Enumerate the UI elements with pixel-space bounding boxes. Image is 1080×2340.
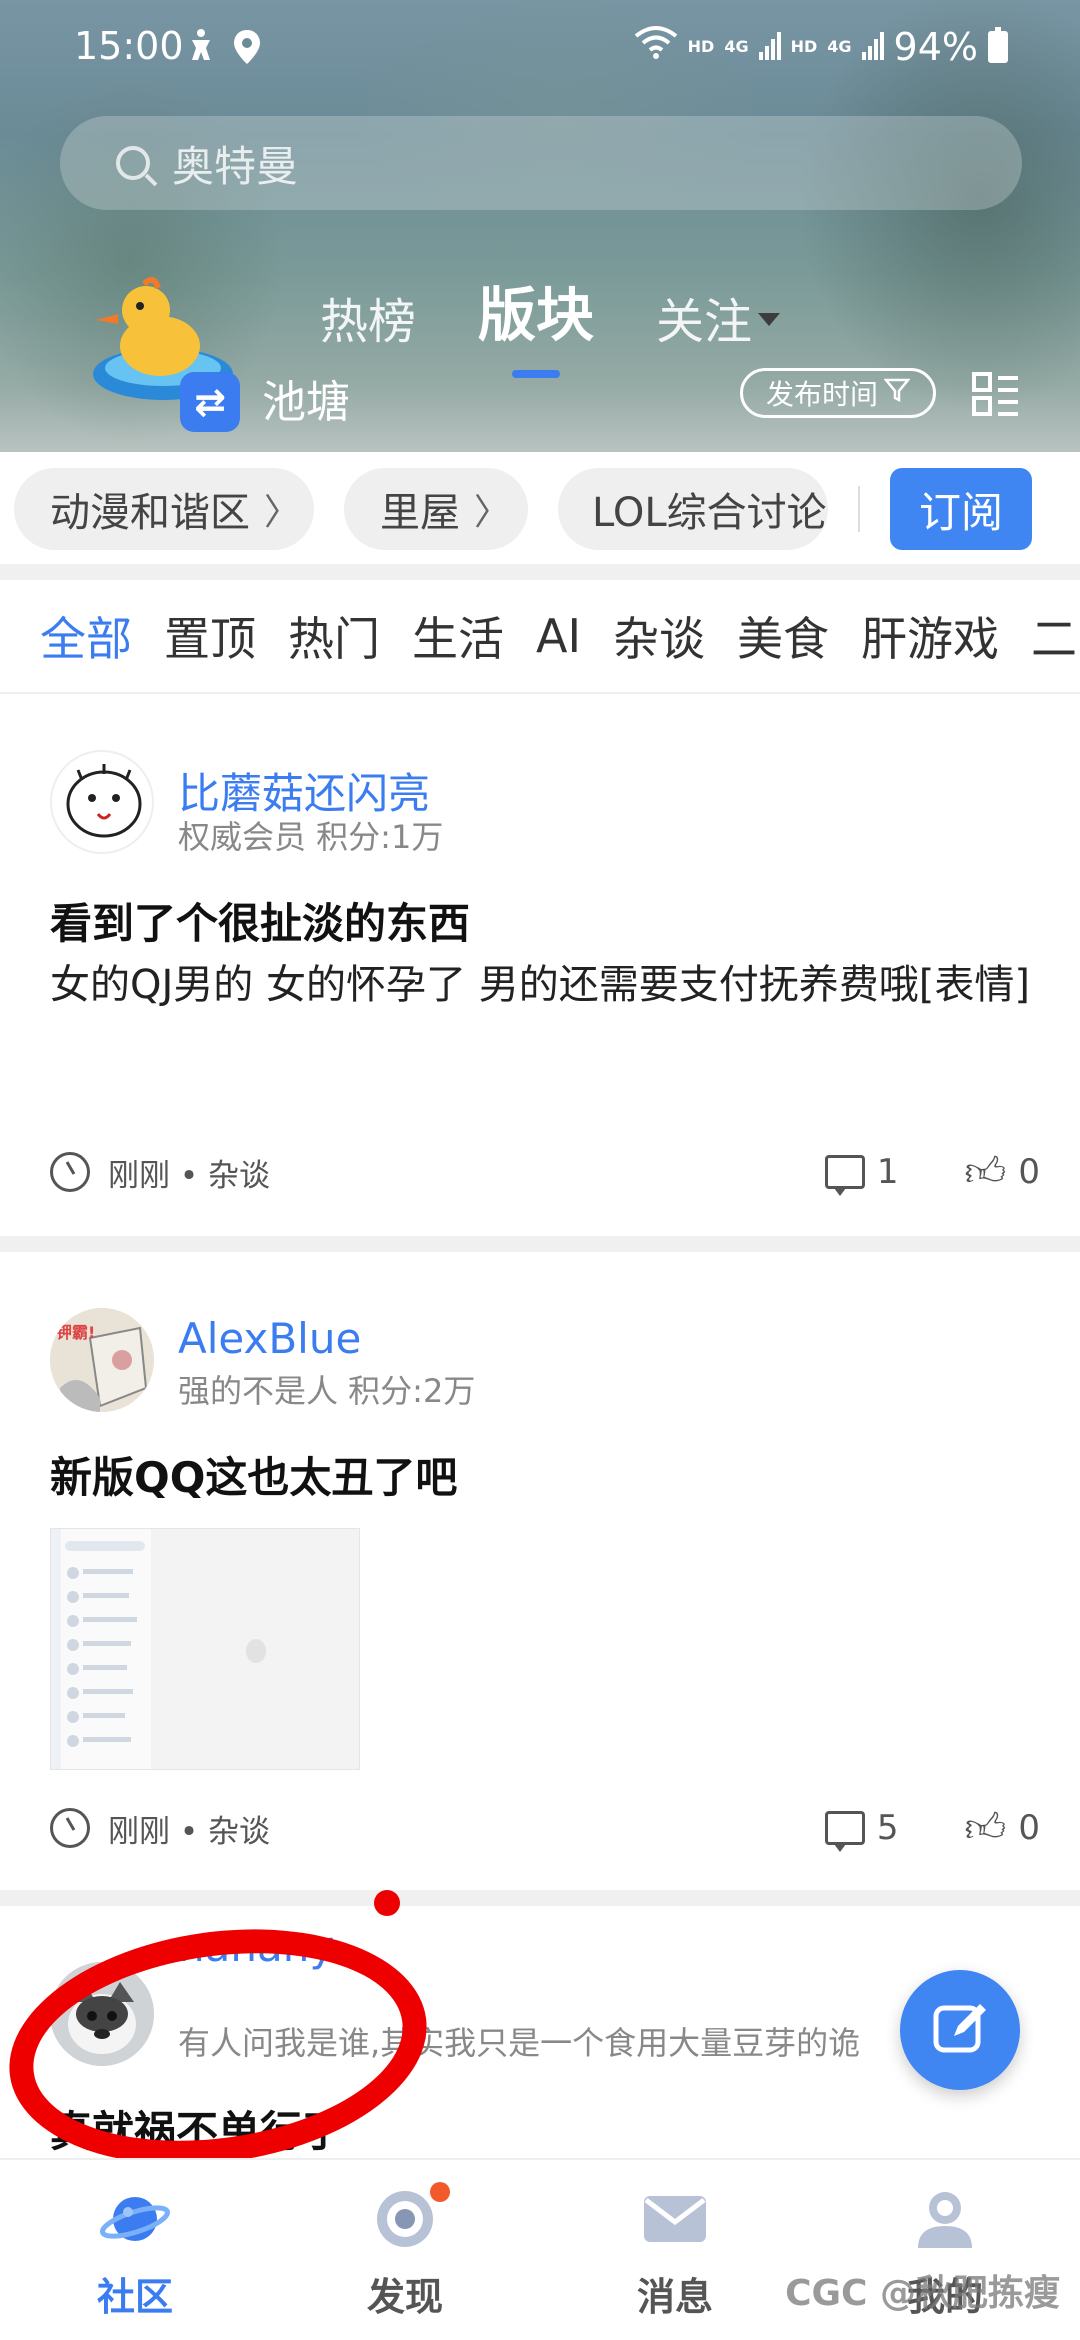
clock-icon [50,1152,90,1192]
switch-board-button[interactable]: ⇄ [180,372,240,432]
post-user-meta: 强的不是人 积分:2万 [178,1372,476,1410]
section-divider [0,564,1080,580]
layout-toggle-icon[interactable] [972,372,1020,418]
hd-label-1: HD [687,37,715,56]
tab-follow: 关注 [656,294,753,350]
post-divider [0,1890,1080,1906]
avatar-text: 钾霸! [56,1323,95,1342]
status-time: 15:00 [74,24,184,68]
annotation-dot [374,1890,400,1916]
category-more[interactable]: 二 [1031,603,1077,669]
post-footer: 刚刚 • 杂谈 5 👍︎ 0 [50,1802,1040,1854]
board-name: 池塘 [262,377,350,428]
sort-by-time-button[interactable]: 发布时间 [740,368,936,418]
hd-label-2: HD [790,37,818,56]
nav-label: 发现 [366,2275,443,2319]
nav-label: 社区 [96,2275,173,2319]
chevron-right-icon: 〉 [264,492,301,533]
notification-dot [430,2182,450,2202]
category-ai[interactable]: AI [536,609,581,663]
discover-icon [370,2186,440,2252]
header-banner: 15:00 HD 4G HD 4G 94% 奥特曼 ⇄ 池塘 热榜 版块 关注 … [0,0,1080,452]
category-life[interactable]: 生活 [412,603,504,669]
post-card[interactable]: 比蘑菇还闪亮 权威会员 积分:1万 看到了个很扯淡的东西 女的QJ男的 女的怀孕… [0,694,1080,1236]
search-placeholder: 奥特曼 [172,141,299,191]
subscribe-button[interactable]: 订阅 [890,468,1032,550]
category-chat[interactable]: 杂谈 [613,603,705,669]
subscribed-boards-row: 动漫和谐区〉 里屋〉 LOL综合讨论 订阅 [0,452,1080,564]
board-chip-anime[interactable]: 动漫和谐区〉 [14,468,314,550]
comment-count: 1 [876,1152,899,1192]
user-icon [910,2186,980,2252]
category-games[interactable]: 肝游戏 [861,603,999,669]
post-body: 女的QJ男的 女的怀孕了 男的还需要支付抚养费哦[表情] [50,962,1030,1008]
tab-follow-wrap[interactable]: 关注 [656,282,781,352]
post-title: 看到了个很扯淡的东西 [50,899,471,948]
swap-icon: ⇄ [194,380,226,424]
wifi-icon [634,24,678,69]
compose-post-button[interactable] [900,1970,1020,2090]
post-stats: 1 👍︎ 0 [824,1148,1040,1196]
caret-down-icon [758,313,781,326]
accessibility-icon [186,28,216,73]
battery-percent: 94% [893,24,978,69]
top-tabs: 热榜 版块 关注 [320,268,781,352]
search-icon [116,146,150,180]
board-chip-inner-room[interactable]: 里屋〉 [344,468,528,550]
location-icon [232,28,262,75]
category-tabs: 全部 置顶 热门 生活 AI 杂谈 美食 肝游戏 二 [0,580,1080,692]
divider [858,486,860,532]
avatar[interactable] [50,750,154,854]
thumbs-up-icon[interactable]: 👍︎ [965,1804,1007,1852]
board-chip-lol[interactable]: LOL综合讨论 [558,468,828,550]
comment-icon[interactable] [824,1155,865,1196]
clock-icon [50,1808,90,1848]
search-bar[interactable]: 奥特曼 [60,116,1022,210]
edit-icon [930,1998,990,2062]
like-count: 0 [1018,1808,1040,1848]
post-stats: 5 👍︎ 0 [824,1804,1040,1852]
post-username[interactable]: AlexBlue [178,1314,361,1363]
board-chip-label: LOL综合讨论 [592,490,827,536]
post-image-thumbnail[interactable] [50,1528,360,1770]
category-food[interactable]: 美食 [737,603,829,669]
sort-label: 发布时间 [765,378,878,411]
post-divider [0,1236,1080,1252]
chevron-right-icon: 〉 [474,492,511,533]
post-user-meta: 权威会员 积分:1万 [178,818,444,856]
board-chip-label: 里屋 [380,490,460,536]
status-right: HD 4G HD 4G 94% [634,24,1008,69]
network-label-2: 4G [827,37,852,56]
like-count: 0 [1018,1152,1040,1192]
post-footer: 刚刚 • 杂谈 1 👍︎ 0 [50,1146,1040,1198]
nav-label: 消息 [636,2275,713,2319]
thumbs-up-icon[interactable]: 👍︎ [965,1148,1007,1196]
category-all[interactable]: 全部 [40,603,132,669]
category-hot[interactable]: 热门 [288,603,380,669]
filter-icon [883,377,911,410]
post-title: 新版QQ这也太丑了吧 [50,1453,458,1502]
signal-icon-2 [861,25,884,69]
tab-boards[interactable]: 版块 [478,268,594,352]
network-label-1: 4G [724,37,749,56]
comment-icon[interactable] [824,1811,865,1852]
nav-discover[interactable]: 发现 [270,2160,540,2340]
nav-community[interactable]: 社区 [0,2160,270,2340]
post-card[interactable]: 钾霸! AlexBlue 强的不是人 积分:2万 新版QQ这也太丑了吧 刚刚 •… [0,1252,1080,1890]
board-chip-label: 动漫和谐区 [50,490,250,536]
post-time: 刚刚 • 杂谈 [108,1813,270,1850]
category-pinned[interactable]: 置顶 [164,603,256,669]
tab-hot[interactable]: 热榜 [320,282,416,352]
status-bar: 15:00 HD 4G HD 4G 94% [0,24,1080,76]
signal-icon-1 [758,25,781,69]
watermark: CGC @秋肥拣瘦 [785,2273,1060,2314]
post-time: 刚刚 • 杂谈 [108,1157,270,1194]
comment-count: 5 [876,1808,899,1848]
battery-icon [988,26,1008,63]
mail-icon [640,2186,710,2252]
planet-icon [100,2186,170,2252]
avatar[interactable]: 钾霸! [50,1308,154,1412]
nav-messages[interactable]: 消息 [540,2160,810,2340]
